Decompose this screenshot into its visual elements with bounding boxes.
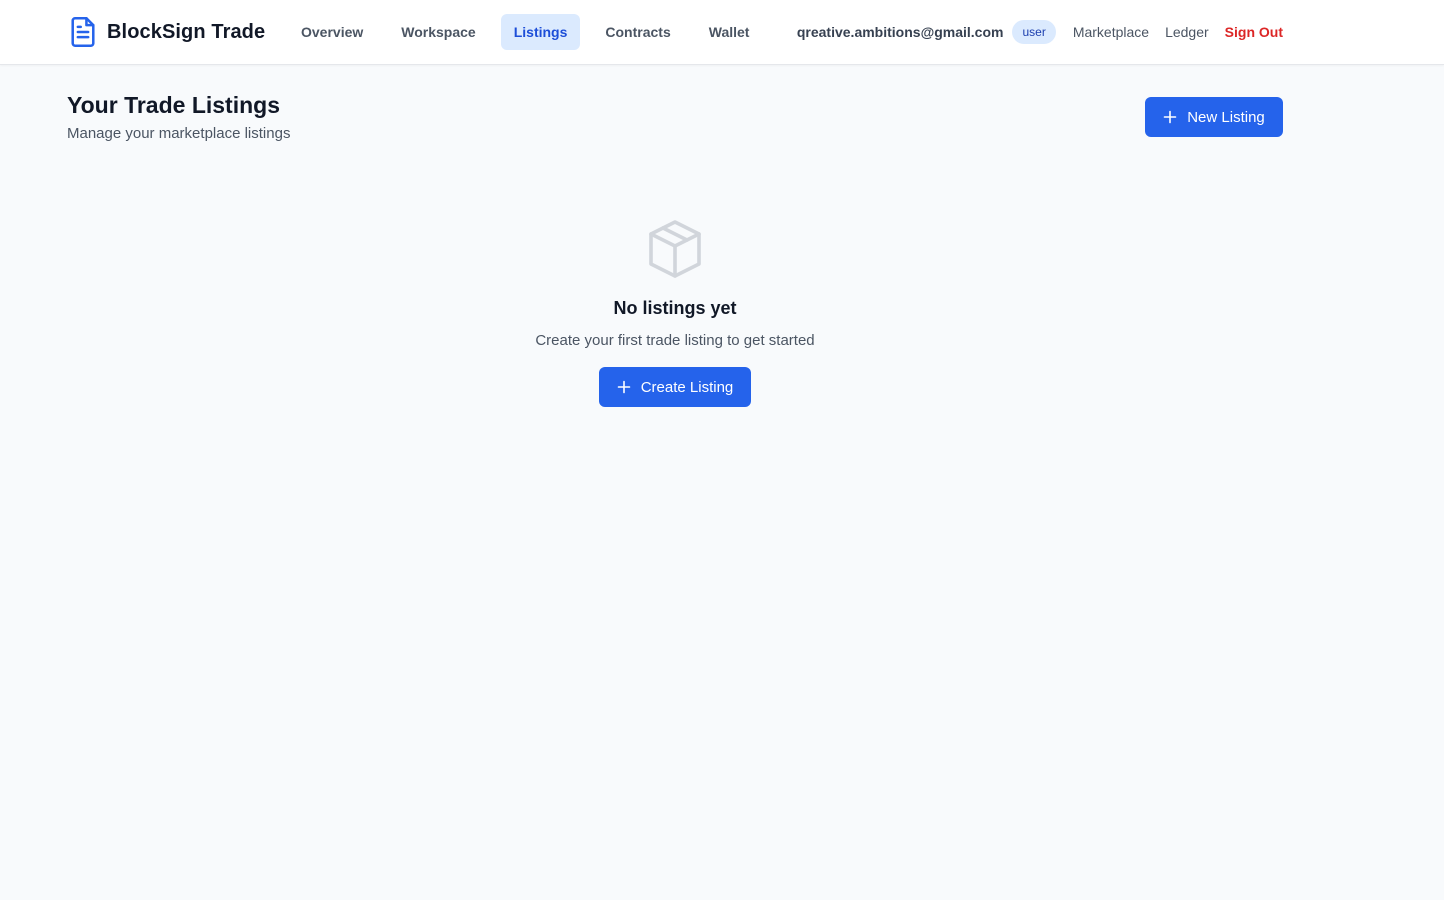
empty-state-message: Create your first trade listing to get s… [535, 332, 815, 349]
plus-icon [1163, 110, 1177, 124]
new-listing-label: New Listing [1187, 108, 1265, 126]
nav-item-listings[interactable]: Listings [500, 14, 581, 50]
sign-out-link[interactable]: Sign Out [1225, 24, 1283, 40]
plus-icon [617, 380, 631, 394]
new-listing-button[interactable]: New Listing [1145, 97, 1283, 137]
empty-state-title: No listings yet [613, 298, 737, 318]
user-email: qreative.ambitions@gmail.com [796, 24, 1004, 40]
nav-item-contracts[interactable]: Contracts [592, 14, 683, 50]
nav-item-overview[interactable]: Overview [288, 14, 376, 50]
user-menu: qreative.ambitions@gmail.com user Market… [797, 19, 1283, 45]
create-listing-label: Create Listing [640, 378, 734, 396]
page-title: Your Trade Listings [67, 92, 280, 118]
main-nav: Overview Workspace Listings Contracts Wa… [288, 14, 762, 50]
create-listing-button[interactable]: Create Listing [599, 367, 751, 407]
ledger-link[interactable]: Ledger [1165, 24, 1209, 40]
brand-name: BlockSign Trade [107, 20, 266, 43]
role-badge: user [1012, 20, 1056, 44]
empty-state: No listings yet Create your first trade … [425, 218, 925, 407]
nav-item-workspace[interactable]: Workspace [388, 14, 488, 50]
package-icon [649, 220, 701, 278]
marketplace-link[interactable]: Marketplace [1073, 24, 1149, 40]
document-icon [71, 17, 95, 47]
brand-logo[interactable]: BlockSign Trade [69, 16, 265, 48]
top-navbar: BlockSign Trade Overview Workspace Listi… [0, 0, 1444, 65]
page-subtitle: Manage your marketplace listings [67, 125, 291, 142]
nav-item-wallet[interactable]: Wallet [696, 14, 763, 50]
